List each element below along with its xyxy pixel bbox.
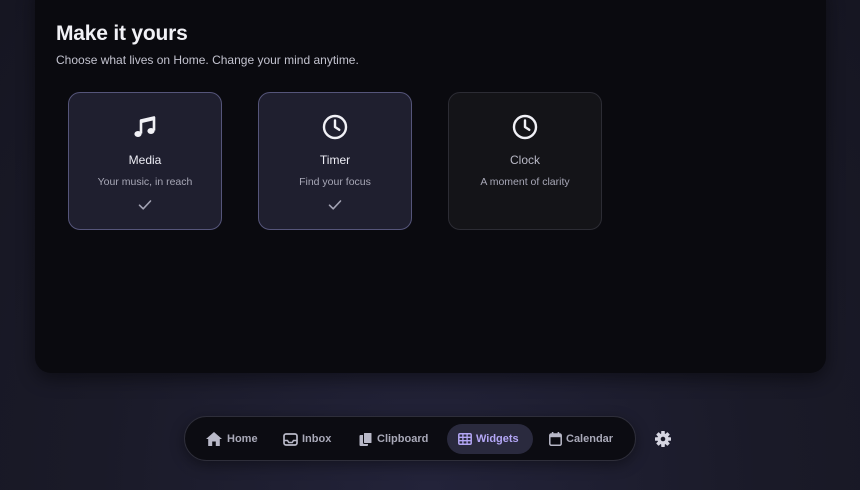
widget-title: Media: [128, 153, 162, 167]
widget-description: A moment of clarity: [480, 176, 570, 188]
widget-description: Find your focus: [299, 176, 371, 188]
nav-item-home[interactable]: Home: [205, 424, 258, 454]
nav-item-clipboard[interactable]: Clipboard: [359, 424, 428, 454]
nav-item-calendar[interactable]: Calendar: [549, 424, 613, 454]
widget-description: Your music, in reach: [97, 176, 193, 188]
music-note-icon: [69, 113, 221, 141]
home-icon: [205, 431, 223, 447]
clock-icon: [259, 113, 411, 141]
nav-item-label: Clipboard: [377, 433, 429, 445]
widget-card-clock[interactable]: Clock A moment of clarity: [448, 92, 602, 230]
gear-icon: [654, 431, 672, 452]
nav-item-label: Calendar: [566, 433, 614, 445]
grid-icon: [458, 433, 472, 445]
widget-title: Timer: [319, 153, 351, 167]
widgets-panel: Make it yours Choose what lives on Home.…: [35, 0, 826, 373]
nav-item-label: Inbox: [302, 433, 332, 445]
widget-card-media[interactable]: Media Your music, in reach: [68, 92, 222, 230]
nav-item-inbox[interactable]: Inbox: [283, 424, 331, 454]
page-subtitle: Choose what lives on Home. Change your m…: [56, 53, 359, 67]
settings-button[interactable]: [654, 430, 672, 448]
bottom-nav: Home Inbox Clipboard Widgets Calendar: [184, 416, 636, 461]
inbox-icon: [283, 432, 298, 446]
widget-title: Clock: [509, 153, 540, 167]
clipboard-icon: [359, 431, 373, 447]
check-icon: [259, 199, 411, 211]
nav-item-label: Widgets: [476, 433, 519, 445]
page-title: Make it yours: [56, 22, 188, 45]
nav-item-label: Home: [227, 433, 258, 445]
check-icon: [69, 199, 221, 211]
nav-item-widgets[interactable]: Widgets: [447, 424, 533, 454]
widget-card-timer[interactable]: Timer Find your focus: [258, 92, 412, 230]
calendar-icon: [549, 432, 562, 446]
clock-icon: [449, 113, 601, 141]
